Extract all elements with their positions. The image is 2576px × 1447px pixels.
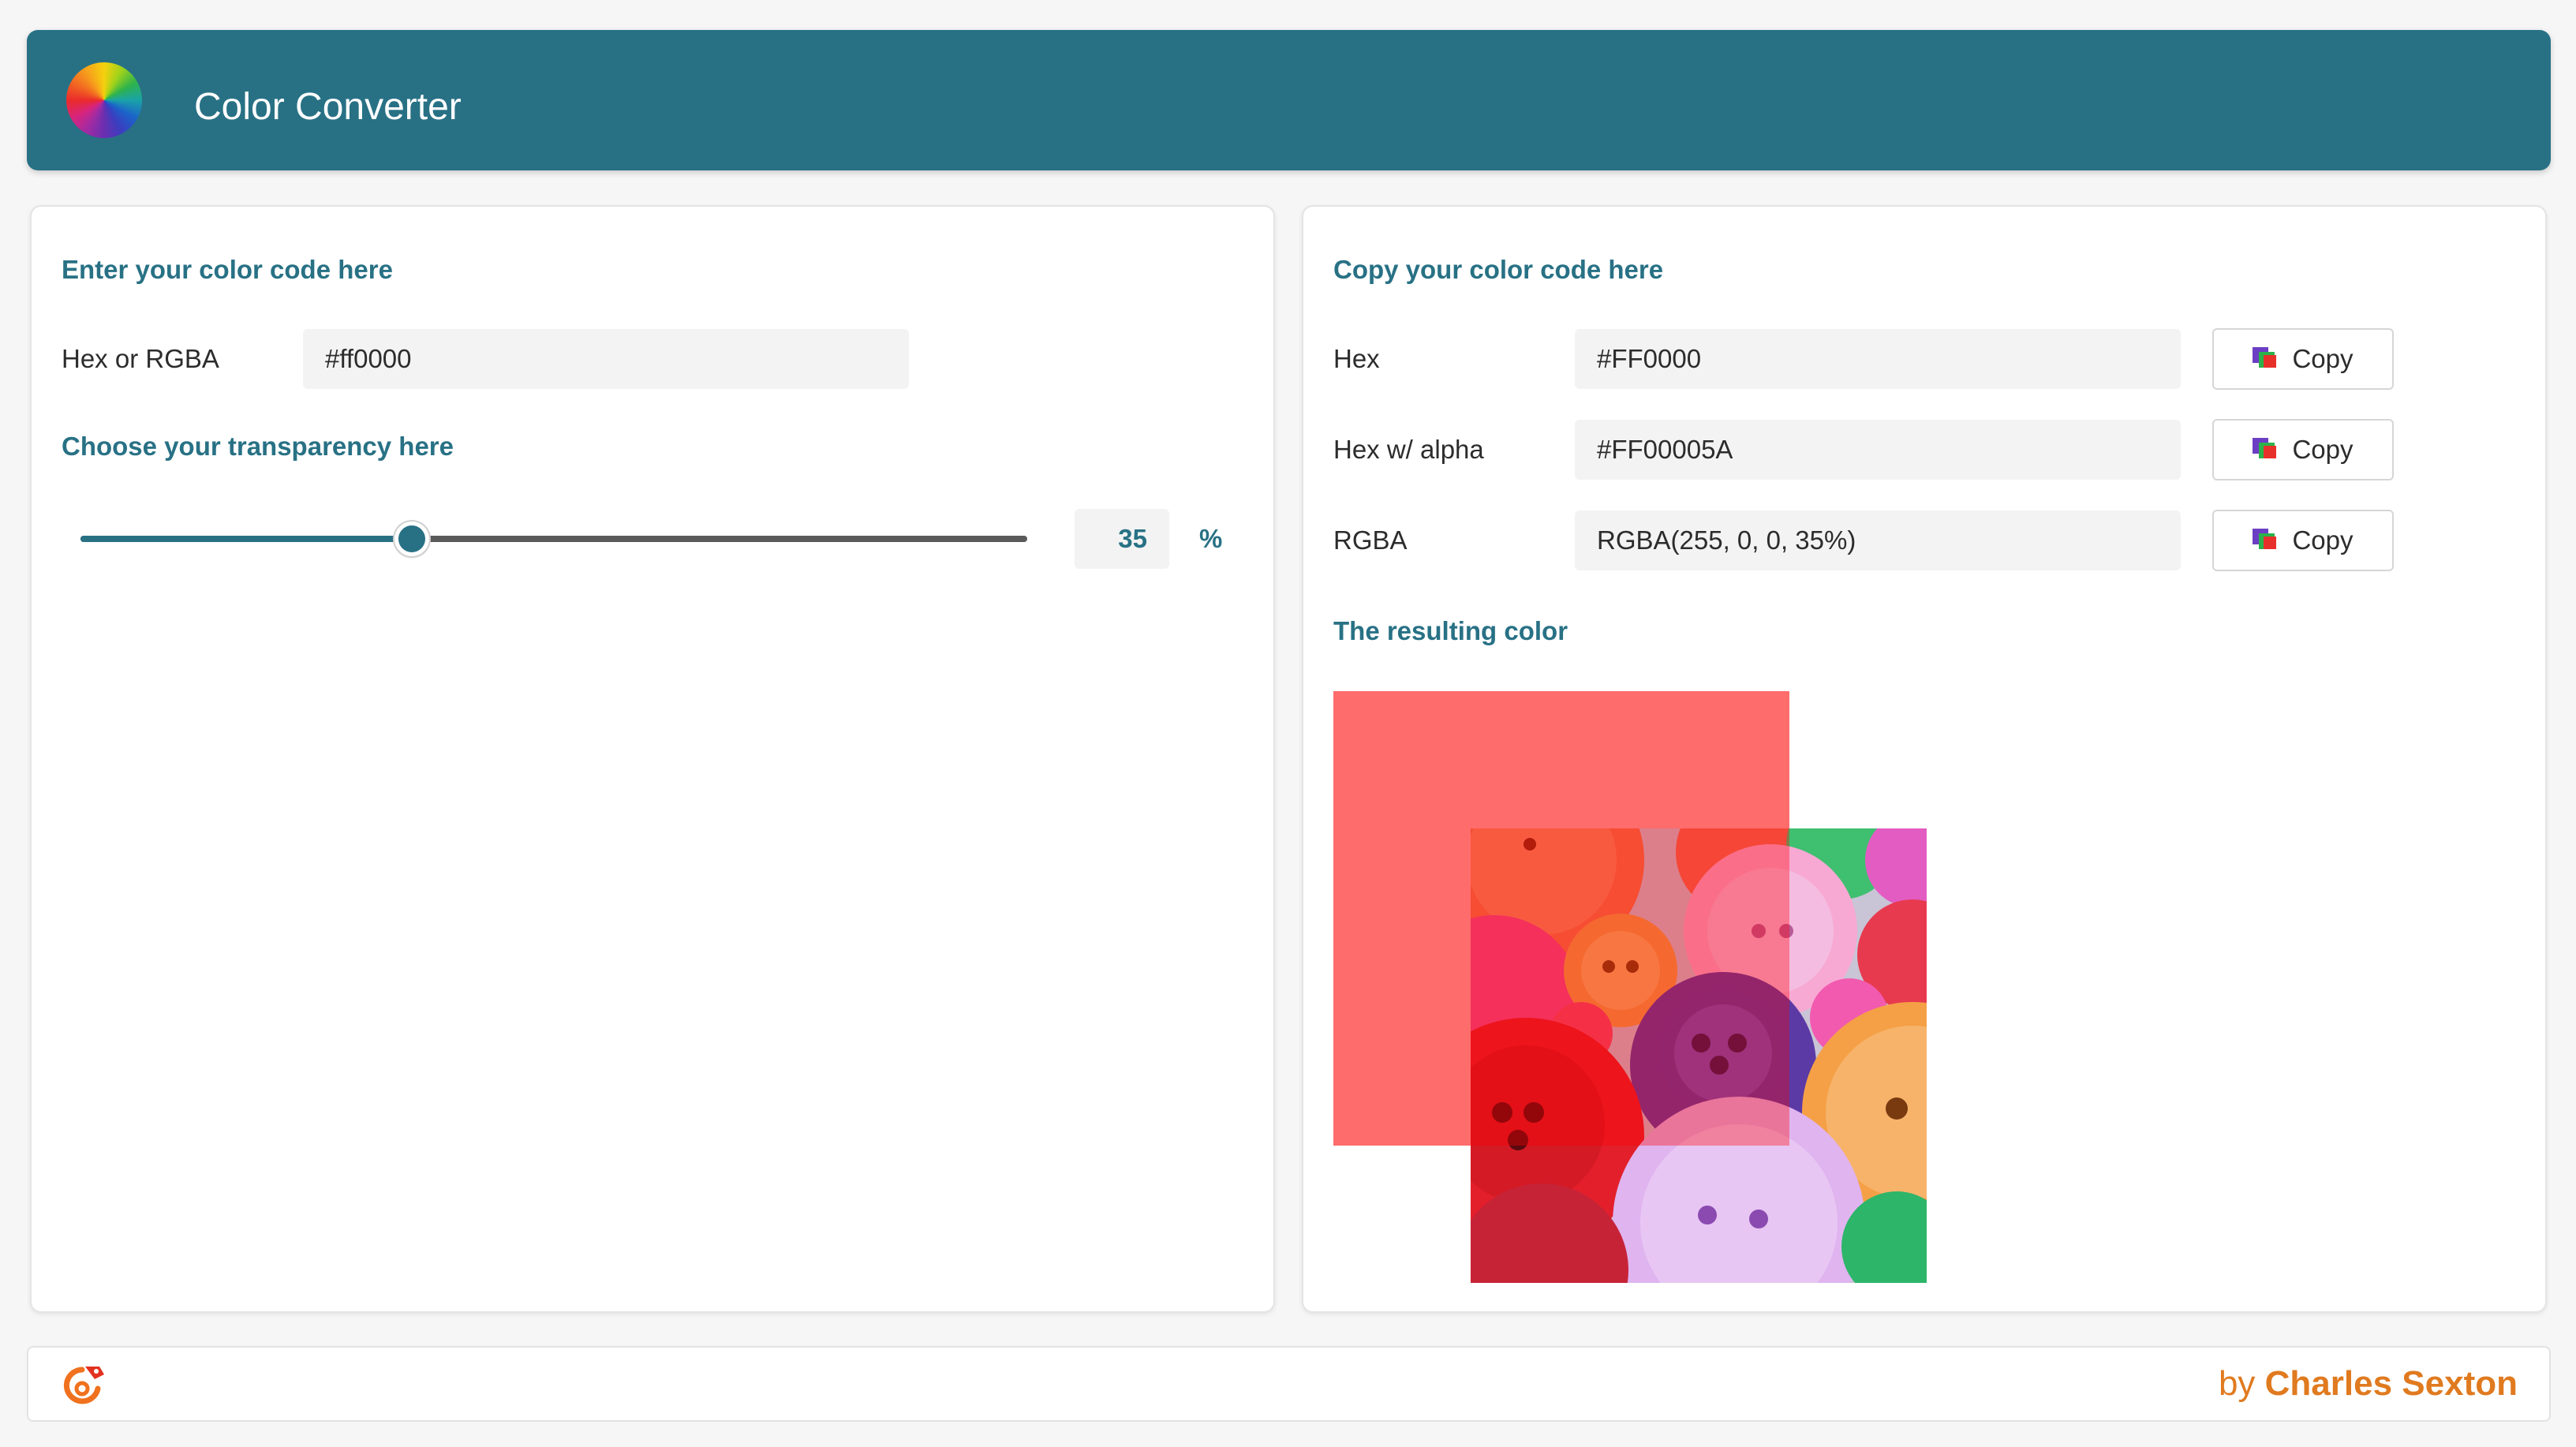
hex-alpha-label: Hex w/ alpha xyxy=(1333,435,1484,464)
percent-symbol: % xyxy=(1199,524,1223,553)
credit-prefix: by xyxy=(2218,1364,2256,1403)
buttons-photo xyxy=(1471,828,1927,1283)
result-heading: The resulting color xyxy=(1333,616,1568,645)
chameleon-logo-icon xyxy=(63,1367,104,1404)
app-header: Color Converter xyxy=(27,30,2551,170)
input-heading: Enter your color code here xyxy=(62,255,393,284)
color-code-input[interactable] xyxy=(303,329,909,389)
app-title: Color Converter xyxy=(194,86,462,128)
footer: by Charles Sexton xyxy=(27,1346,2551,1422)
transparency-heading: Choose your transparency here xyxy=(62,432,454,461)
copy-hex-button[interactable]: Copy xyxy=(2212,328,2394,390)
copy-rgba-button[interactable]: Copy xyxy=(2212,510,2394,571)
copy-rgba-label: Copy xyxy=(2292,525,2354,555)
copy-hex-alpha-label: Copy xyxy=(2292,435,2354,464)
output-heading: Copy your color code here xyxy=(1333,255,1664,284)
copy-icon xyxy=(2253,529,2279,552)
copy-icon xyxy=(2253,347,2279,371)
copy-hex-alpha-button[interactable]: Copy xyxy=(2212,419,2394,480)
output-panel: Copy your color code here Hex #FF0000 Co… xyxy=(1302,205,2547,1313)
hex-output-field[interactable]: #FF0000 xyxy=(1575,329,2181,389)
slider-fill xyxy=(80,536,412,542)
slider-thumb[interactable] xyxy=(394,522,429,556)
color-wheel-icon xyxy=(66,62,142,138)
rgba-label: RGBA xyxy=(1333,525,1408,555)
input-panel: Enter your color code here Hex or RGBA C… xyxy=(30,205,1275,1313)
hex-label: Hex xyxy=(1333,344,1380,373)
copy-icon xyxy=(2253,438,2279,462)
copy-hex-label: Copy xyxy=(2292,344,2354,373)
author-credit[interactable]: by Charles Sexton xyxy=(2219,1348,2518,1420)
transparency-slider[interactable] xyxy=(80,522,1027,556)
credit-name: Charles Sexton xyxy=(2264,1364,2518,1403)
transparency-value-input[interactable]: 35 xyxy=(1075,509,1169,569)
hex-rgba-label: Hex or RGBA xyxy=(62,344,219,373)
rgba-output-field[interactable]: RGBA(255, 0, 0, 35%) xyxy=(1575,510,2181,570)
hex-alpha-output-field[interactable]: #FF00005A xyxy=(1575,420,2181,480)
